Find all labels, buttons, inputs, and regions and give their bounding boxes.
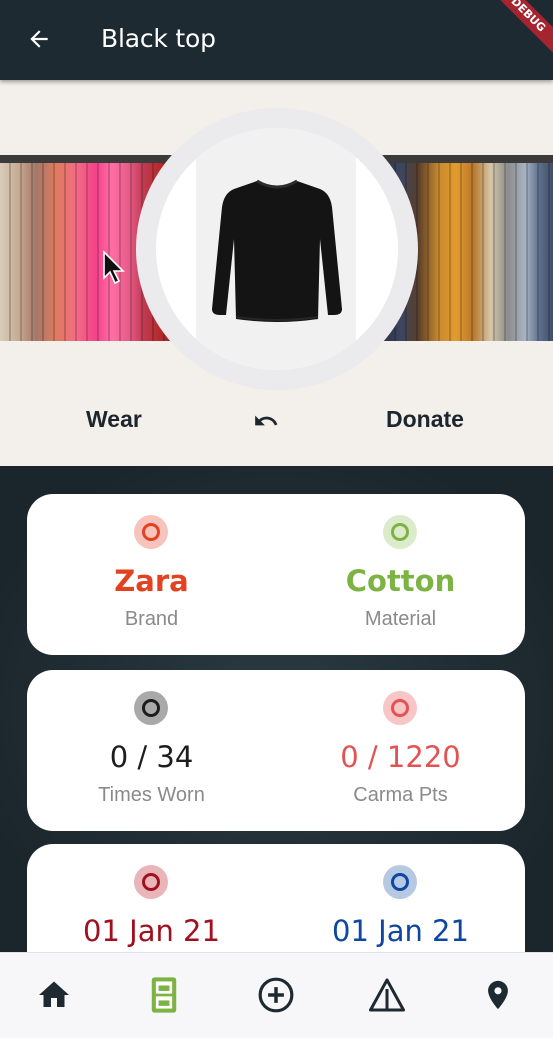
brand-label: Brand <box>124 608 179 630</box>
app-bar: Black top DEBUG <box>0 0 553 80</box>
debug-banner: DEBUG <box>482 0 553 61</box>
times-worn-dot-icon <box>134 691 168 725</box>
item-details: Zara Brand Cotton Material 0 / 34 Times … <box>0 466 553 956</box>
times-worn-label: Times Worn <box>98 784 205 806</box>
material-dot-icon <box>383 515 417 549</box>
times-worn-value: 0 / 34 <box>109 740 194 774</box>
brand-dot-icon <box>134 515 168 549</box>
undo-button[interactable] <box>248 406 284 436</box>
nav-location[interactable] <box>478 975 518 1015</box>
brand-material-card: Zara Brand Cotton Material <box>27 494 525 655</box>
date-left-stat: 01 Jan 21 <box>27 844 276 956</box>
date-left-value: 01 Jan 21 <box>83 914 220 948</box>
carma-points-label: Carma Pts <box>353 784 448 806</box>
arrow-left-icon <box>30 30 48 48</box>
date-right-stat: 01 Jan 21 <box>276 844 525 956</box>
bottom-navigation <box>0 952 553 1038</box>
page-title: Black top <box>101 24 216 53</box>
warning-icon <box>369 978 405 1012</box>
brand-value: Zara <box>114 564 189 598</box>
nav-wardrobe[interactable] <box>144 975 184 1015</box>
wear-button[interactable]: Wear <box>86 406 142 433</box>
item-photo[interactable] <box>156 128 398 370</box>
donate-button[interactable]: Donate <box>386 406 464 433</box>
add-circle-icon <box>258 977 294 1013</box>
location-pin-icon <box>488 980 508 1010</box>
home-icon <box>39 981 69 1007</box>
undo-icon <box>255 415 278 426</box>
date-right-dot-icon <box>383 865 417 899</box>
carma-points-stat: 0 / 1220 Carma Pts <box>276 670 525 831</box>
carma-points-dot-icon <box>383 691 417 725</box>
nav-home[interactable] <box>34 975 74 1015</box>
date-right-value: 01 Jan 21 <box>332 914 469 948</box>
material-stat: Cotton Material <box>276 494 525 655</box>
black-sweater-photo <box>212 179 342 322</box>
wardrobe-icon <box>151 977 177 1013</box>
brand-stat: Zara Brand <box>27 494 276 655</box>
nav-add[interactable] <box>256 975 296 1015</box>
item-actions: Wear Donate <box>0 398 553 446</box>
mouse-cursor-icon <box>103 250 125 285</box>
material-value: Cotton <box>345 564 456 598</box>
material-label: Material <box>364 608 437 630</box>
times-worn-stat: 0 / 34 Times Worn <box>27 670 276 831</box>
carma-points-value: 0 / 1220 <box>340 740 461 774</box>
date-left-dot-icon <box>134 865 168 899</box>
dates-card: 01 Jan 21 01 Jan 21 <box>27 844 525 956</box>
nav-alerts[interactable] <box>367 975 407 1015</box>
item-hero: Wear Donate <box>0 80 553 466</box>
back-button[interactable] <box>22 22 56 56</box>
usage-card: 0 / 34 Times Worn 0 / 1220 Carma Pts <box>27 670 525 831</box>
